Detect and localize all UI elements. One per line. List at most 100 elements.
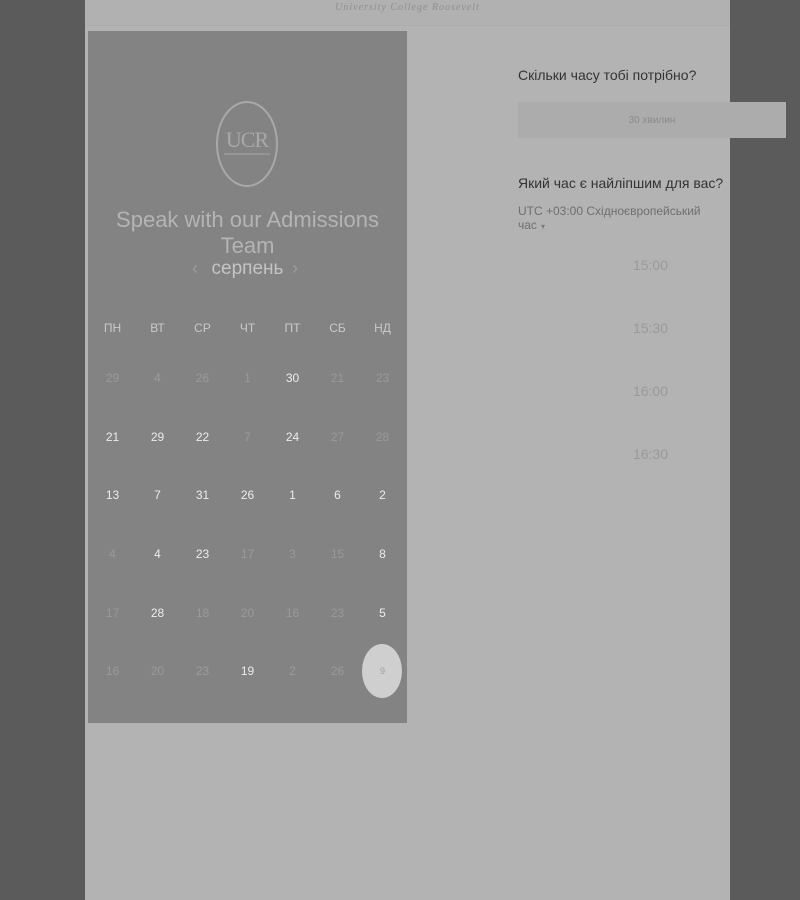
time-slot[interactable]: 16:30 xyxy=(518,436,783,472)
weekday-label: ВТ xyxy=(150,321,165,335)
calendar-day-number: 17 xyxy=(240,547,255,562)
calendar-day: 23 xyxy=(360,349,405,408)
booking-page: University College Roosevelt UCR Speak w… xyxy=(85,0,786,900)
prev-month-arrow-icon[interactable]: ‹ xyxy=(192,258,198,279)
calendar-day-number: 26 xyxy=(195,371,210,386)
calendar-day: 27 xyxy=(315,408,360,467)
calendar-day[interactable]: 30 xyxy=(270,349,315,408)
calendar-day-number: 27 xyxy=(330,429,345,444)
calendar-day-number: 7 xyxy=(244,429,251,444)
calendar-day[interactable]: 21 xyxy=(90,408,135,467)
calendar-day[interactable]: 8 xyxy=(360,525,405,584)
calendar-day-number: 28 xyxy=(375,429,390,444)
duration-selector-button[interactable]: 30 хвилин xyxy=(518,102,786,138)
calendar-day-number: 5 xyxy=(379,605,386,620)
calendar-day: 17 xyxy=(90,583,135,642)
calendar-day-number: 1 xyxy=(289,488,296,503)
logo-underline xyxy=(224,153,270,155)
calendar-day-number: 21 xyxy=(105,429,120,444)
calendar-day-number: 18 xyxy=(195,605,210,620)
ucr-logo: UCR xyxy=(216,101,278,187)
calendar-day: 2 xyxy=(270,642,315,701)
logo-text: UCR xyxy=(225,127,269,152)
calendar-day[interactable]: 7 xyxy=(135,466,180,525)
calendar-day: 7 xyxy=(225,408,270,467)
time-question: Який час є найліпшим для вас? xyxy=(518,175,724,191)
calendar-day: 21 xyxy=(315,349,360,408)
calendar-day-number: 22 xyxy=(195,429,210,444)
weekday-header: ПН ВТ СР ЧТ ПТ СБ НД xyxy=(90,321,405,335)
calendar-day: 4 xyxy=(135,349,180,408)
weekday-label: ПН xyxy=(103,321,122,335)
calendar-day-number: 29 xyxy=(105,371,120,386)
calendar-day-number: 23 xyxy=(330,605,345,620)
calendar-day[interactable]: 1 xyxy=(270,466,315,525)
calendar-day[interactable]: 28 xyxy=(135,583,180,642)
calendar-day[interactable]: 6 xyxy=(315,466,360,525)
calendar-day: 26 xyxy=(315,642,360,701)
calendar-day-number: 15 xyxy=(330,547,345,562)
calendar-day: 15 xyxy=(315,525,360,584)
calendar-day: 17 xyxy=(225,525,270,584)
calendar-day[interactable]: 23 xyxy=(180,525,225,584)
time-slot[interactable]: 15:30 xyxy=(518,310,783,346)
calendar-day: 3 xyxy=(270,525,315,584)
calendar-day-number: 30 xyxy=(285,371,300,386)
calendar-day: 28 xyxy=(360,408,405,467)
time-slot[interactable]: 16:00 xyxy=(518,373,783,409)
calendar-day[interactable]: 19 xyxy=(225,642,270,701)
calendar-day-number: 17 xyxy=(105,605,120,620)
calendar-day-number: 23 xyxy=(195,547,210,562)
calendar-day[interactable]: 4 xyxy=(135,525,180,584)
calendar-day-number: 31 xyxy=(195,488,210,503)
weekday-label: НД xyxy=(374,321,391,335)
calendar-day[interactable]: 5 xyxy=(360,583,405,642)
duration-question: Скільки часу тобі потрібно? xyxy=(518,67,697,83)
calendar-day[interactable]: 31 xyxy=(180,466,225,525)
brand-line: University College Roosevelt xyxy=(335,2,480,13)
calendar-day-number: 1 xyxy=(244,371,251,386)
calendar-day: 4 xyxy=(90,525,135,584)
calendar-day-number: 2 xyxy=(289,664,296,679)
calendar-day-number: 16 xyxy=(105,664,120,679)
calendar-day: 16 xyxy=(270,583,315,642)
calendar-day-number: 9 xyxy=(379,666,385,677)
timezone-select[interactable]: UTC +03:00 Східноєвропейський час ▾ xyxy=(518,204,730,232)
calendar-day[interactable]: 2 xyxy=(360,466,405,525)
calendar-day: 16 xyxy=(90,642,135,701)
calendar-day[interactable]: 26 xyxy=(225,466,270,525)
weekday-label: СР xyxy=(194,321,211,335)
calendar-day-number: 16 xyxy=(285,605,300,620)
calendar-day[interactable]: 22 xyxy=(180,408,225,467)
calendar-day-number: 4 xyxy=(109,547,116,562)
caret-down-icon: ▾ xyxy=(540,222,545,231)
timezone-label: UTC +03:00 Східноєвропейський час xyxy=(518,204,701,232)
time-slot[interactable]: 15:00 xyxy=(518,247,783,283)
calendar-panel: UCR Speak with our Admissions Team серпе… xyxy=(88,31,407,723)
calendar-day: 29 xyxy=(90,349,135,408)
calendar-day-number: 2 xyxy=(379,488,386,503)
calendar-day[interactable]: 24 xyxy=(270,408,315,467)
calendar-day-number: 28 xyxy=(150,605,165,620)
weekday-label: ЧТ xyxy=(239,321,256,335)
calendar-day-number: 23 xyxy=(195,664,210,679)
calendar-day-number: 20 xyxy=(150,664,165,679)
calendar-day-number: 4 xyxy=(154,547,161,562)
calendar-day-number: 3 xyxy=(289,547,296,562)
calendar-day[interactable]: 29 xyxy=(135,408,180,467)
month-label: серпень xyxy=(211,258,284,279)
calendar-day-number: 13 xyxy=(105,488,120,503)
day-grid: 29 4 26 1 30 21 23 21 29 22 7 24 27 28 13 7 31 26 1 6 2 4 4 23 1… xyxy=(90,349,405,701)
calendar-day: 23 xyxy=(180,642,225,701)
calendar-day[interactable]: 13 xyxy=(90,466,135,525)
calendar-day: 23 xyxy=(315,583,360,642)
calendar-day-number: 19 xyxy=(240,664,255,679)
calendar-day: 20 xyxy=(225,583,270,642)
calendar-day-number: 20 xyxy=(240,605,255,620)
calendar-day-selected[interactable]: 9 xyxy=(360,642,405,701)
calendar-day-number: 26 xyxy=(330,664,345,679)
calendar-day-number: 4 xyxy=(154,371,161,386)
calendar-day-number: 24 xyxy=(285,429,300,444)
next-month-arrow-icon[interactable]: › xyxy=(292,258,298,279)
header-strip: University College Roosevelt xyxy=(85,0,730,26)
